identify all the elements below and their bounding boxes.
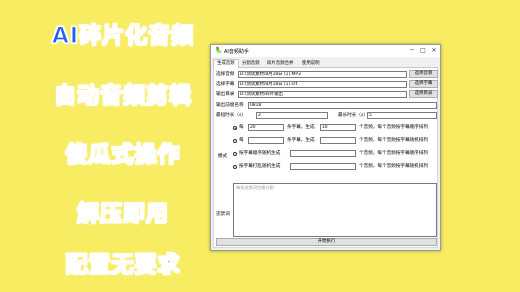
subtitle-path-field[interactable]: D:/测试素材/8月18日 (1).srt (238, 81, 407, 88)
prefix-label: 输出前缀名称 (216, 103, 244, 108)
mode-sequential-radio[interactable] (233, 126, 237, 130)
mode4-text: 按字幕打乱随机生成 (239, 164, 281, 169)
mode4-audio-count-field[interactable] (290, 163, 356, 170)
select-audio-button[interactable]: 选择音频 (409, 70, 438, 78)
promo-no-requirements: 配置无要求 (65, 252, 181, 278)
mode4-text-desc: 个音频，每个音频按字幕随机排列 (359, 164, 428, 169)
close-button[interactable]: ✕ (429, 47, 439, 55)
mode2-text-generate: 条字幕，生成 (287, 138, 315, 143)
select-subtitle-button[interactable]: 选择字幕 (409, 80, 438, 88)
tab-bar: 生成音频 分割音频 碎片音频合并 使用说明 (213, 59, 438, 69)
maximize-button[interactable]: □ (418, 47, 428, 55)
mode3-text: 按字幕顺序随机生成 (239, 151, 281, 156)
select-directory-button[interactable]: 选择目录 (409, 90, 438, 98)
title-bar[interactable]: 🦜 AI音频助手 ─ □ ✕ (211, 45, 440, 57)
start-button[interactable]: 开始执行 (216, 238, 437, 246)
minimize-button[interactable]: ─ (407, 47, 417, 55)
subtitle-label: 选择字幕 (216, 82, 235, 87)
promo-foolproof-operation: 傻瓜式操作 (65, 142, 181, 168)
audio-label: 选择音频 (216, 72, 235, 77)
mode2-text-desc: 个音频，每个音频按字幕随机排列 (359, 138, 428, 143)
mode1-text-per: 每 (239, 125, 244, 130)
min-duration-label: 最短时长（s） (216, 113, 246, 118)
app-window: 🦜 AI音频助手 ─ □ ✕ 生成音频 分割音频 碎片音频合并 使用说明 选择音… (210, 44, 441, 251)
mode3-audio-count-field[interactable] (290, 150, 356, 157)
mode3-text-desc: 个音频，每个音频按字幕顺序排列 (359, 151, 428, 156)
mode2-audio-count-field[interactable] (320, 137, 356, 144)
mode-label: 模式 (218, 154, 228, 159)
output-dir-label: 输出目录 (216, 92, 235, 97)
mode1-audio-count-field[interactable]: 10 (320, 124, 356, 131)
output-dir-field[interactable]: D:/测试素材/碎片输出 (238, 91, 407, 98)
mode1-text-generate: 条字幕，生成 (287, 125, 315, 130)
prefix-field[interactable]: 0818 (248, 102, 437, 109)
mode1-count-field[interactable]: 20 (248, 124, 284, 131)
max-duration-label: 最长时长（s） (338, 113, 368, 118)
promo-ai-fragment-audio: AI碎片化音频 (51, 23, 195, 49)
max-duration-field[interactable]: 5 (367, 112, 437, 119)
banned-words-textarea[interactable]: 每条违禁词空格分割 (233, 183, 437, 237)
mode-shuffle-random-radio[interactable] (233, 165, 237, 169)
window-title: AI音频助手 (224, 49, 249, 55)
promo-unzip-and-use: 解压即用 (76, 201, 169, 227)
mode-sequential-random-radio[interactable] (233, 152, 237, 156)
parrot-icon: 🦜 (215, 47, 223, 54)
min-duration-field[interactable]: 2 (256, 112, 328, 119)
mode1-text-desc: 个音频，每个音频按字幕顺序排列 (359, 125, 428, 130)
promo-auto-audio-edit: 自动音频剪辑 (53, 83, 192, 109)
banned-words-label: 违禁词 (216, 212, 230, 217)
mode-random-radio[interactable] (233, 139, 237, 143)
audio-path-field[interactable]: D:/测试素材/8月18日 (1).MP3 (238, 71, 407, 78)
mode2-text-per: 每 (239, 138, 244, 143)
mode2-count-field[interactable] (248, 137, 284, 144)
generate-audio-panel: 选择音频 D:/测试素材/8月18日 (1).MP3 选择音频 选择字幕 D:/… (213, 68, 438, 248)
